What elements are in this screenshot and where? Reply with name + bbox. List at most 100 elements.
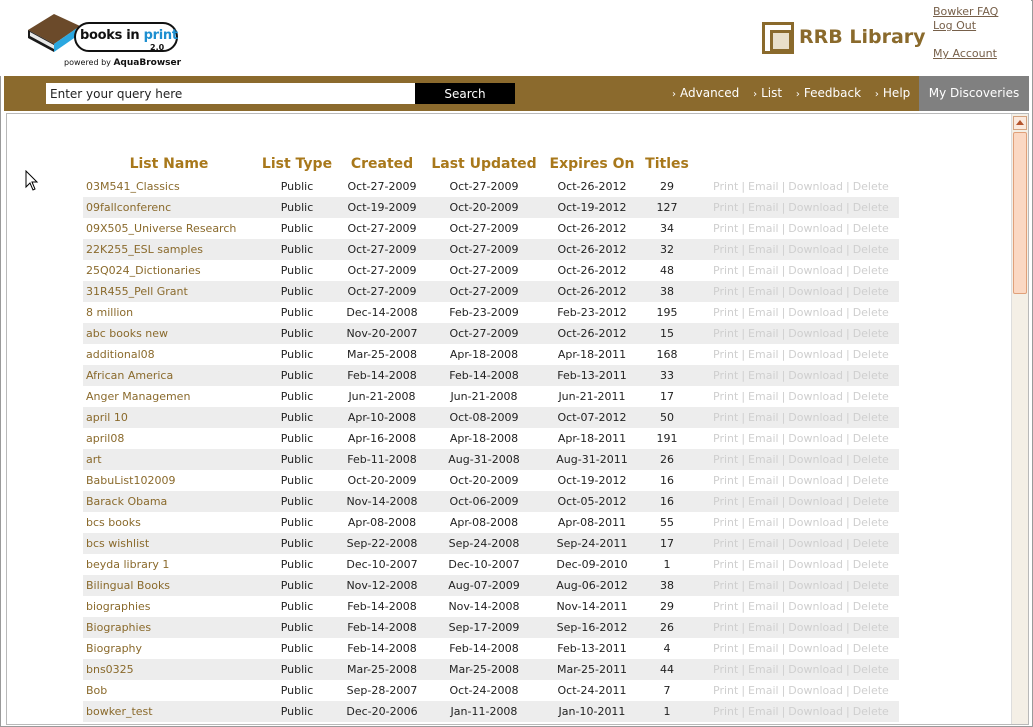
delete-link[interactable]: Delete — [853, 705, 889, 718]
print-link[interactable]: Print — [713, 516, 738, 529]
list-name-link[interactable]: Bilingual Books — [83, 575, 255, 596]
delete-link[interactable]: Delete — [853, 285, 889, 298]
list-name-link[interactable]: art — [83, 449, 255, 470]
delete-link[interactable]: Delete — [853, 348, 889, 361]
delete-link[interactable]: Delete — [853, 306, 889, 319]
download-link[interactable]: Download — [788, 369, 843, 382]
delete-link[interactable]: Delete — [853, 327, 889, 340]
print-link[interactable]: Print — [713, 705, 738, 718]
download-link[interactable]: Download — [788, 411, 843, 424]
list-name-link[interactable]: 09fallconferenc — [83, 197, 255, 218]
print-link[interactable]: Print — [713, 390, 738, 403]
delete-link[interactable]: Delete — [853, 390, 889, 403]
print-link[interactable]: Print — [713, 642, 738, 655]
email-link[interactable]: Email — [748, 663, 779, 676]
list-name-link[interactable]: Barack Obama — [83, 491, 255, 512]
list-name-link[interactable]: BabuList102009 — [83, 470, 255, 491]
list-name-link[interactable]: 22K255_ESL samples — [83, 239, 255, 260]
delete-link[interactable]: Delete — [853, 642, 889, 655]
faq-link[interactable]: Bowker FAQ — [933, 5, 998, 19]
download-link[interactable]: Download — [788, 327, 843, 340]
col-list-type[interactable]: List Type — [255, 152, 339, 176]
list-name-link[interactable]: april 10 — [83, 407, 255, 428]
print-link[interactable]: Print — [713, 243, 738, 256]
email-link[interactable]: Email — [748, 621, 779, 634]
email-link[interactable]: Email — [748, 705, 779, 718]
delete-link[interactable]: Delete — [853, 243, 889, 256]
list-name-link[interactable]: 31R455_Pell Grant — [83, 281, 255, 302]
download-link[interactable]: Download — [788, 579, 843, 592]
download-link[interactable]: Download — [788, 264, 843, 277]
download-link[interactable]: Download — [788, 495, 843, 508]
email-link[interactable]: Email — [748, 327, 779, 340]
list-name-link[interactable]: bowker_test — [83, 701, 255, 722]
email-link[interactable]: Email — [748, 180, 779, 193]
print-link[interactable]: Print — [713, 684, 738, 697]
download-link[interactable]: Download — [788, 621, 843, 634]
email-link[interactable]: Email — [748, 495, 779, 508]
print-link[interactable]: Print — [713, 285, 738, 298]
list-name-link[interactable]: Biographies — [83, 617, 255, 638]
delete-link[interactable]: Delete — [853, 474, 889, 487]
download-link[interactable]: Download — [788, 705, 843, 718]
email-link[interactable]: Email — [748, 579, 779, 592]
delete-link[interactable]: Delete — [853, 180, 889, 193]
email-link[interactable]: Email — [748, 558, 779, 571]
email-link[interactable]: Email — [748, 285, 779, 298]
list-name-link[interactable]: april08 — [83, 428, 255, 449]
email-link[interactable]: Email — [748, 264, 779, 277]
download-link[interactable]: Download — [788, 201, 843, 214]
email-link[interactable]: Email — [748, 474, 779, 487]
download-link[interactable]: Download — [788, 558, 843, 571]
delete-link[interactable]: Delete — [853, 600, 889, 613]
print-link[interactable]: Print — [713, 621, 738, 634]
delete-link[interactable]: Delete — [853, 432, 889, 445]
books-in-print-logo[interactable]: books in print 2.0 powered by AquaBrowse… — [24, 8, 184, 70]
email-link[interactable]: Email — [748, 411, 779, 424]
list-name-link[interactable]: bcs wishlist — [83, 533, 255, 554]
download-link[interactable]: Download — [788, 243, 843, 256]
delete-link[interactable]: Delete — [853, 621, 889, 634]
delete-link[interactable]: Delete — [853, 663, 889, 676]
email-link[interactable]: Email — [748, 306, 779, 319]
list-name-link[interactable]: beyda library 1 — [83, 554, 255, 575]
print-link[interactable]: Print — [713, 600, 738, 613]
list-name-link[interactable]: Bob — [83, 680, 255, 701]
email-link[interactable]: Email — [748, 432, 779, 445]
print-link[interactable]: Print — [713, 579, 738, 592]
print-link[interactable]: Print — [713, 264, 738, 277]
logout-link[interactable]: Log Out — [933, 19, 998, 33]
list-name-link[interactable]: 03M541_Classics — [83, 176, 255, 197]
download-link[interactable]: Download — [788, 663, 843, 676]
email-link[interactable]: Email — [748, 642, 779, 655]
download-link[interactable]: Download — [788, 432, 843, 445]
col-last-updated[interactable]: Last Updated — [425, 152, 543, 176]
download-link[interactable]: Download — [788, 222, 843, 235]
print-link[interactable]: Print — [713, 201, 738, 214]
download-link[interactable]: Download — [788, 642, 843, 655]
list-name-link[interactable]: 25Q024_Dictionaries — [83, 260, 255, 281]
download-link[interactable]: Download — [788, 684, 843, 697]
scroll-up-icon[interactable] — [1013, 116, 1027, 130]
nav-list[interactable]: List — [761, 86, 782, 100]
email-link[interactable]: Email — [748, 348, 779, 361]
list-name-link[interactable]: Biography — [83, 638, 255, 659]
delete-link[interactable]: Delete — [853, 558, 889, 571]
list-name-link[interactable]: bcs books — [83, 512, 255, 533]
list-name-link[interactable]: additional08 — [83, 344, 255, 365]
print-link[interactable]: Print — [713, 180, 738, 193]
download-link[interactable]: Download — [788, 348, 843, 361]
scroll-thumb[interactable] — [1013, 132, 1027, 294]
print-link[interactable]: Print — [713, 432, 738, 445]
vertical-scrollbar[interactable] — [1011, 114, 1028, 724]
nav-advanced[interactable]: Advanced — [680, 86, 739, 100]
search-input[interactable] — [46, 83, 415, 104]
email-link[interactable]: Email — [748, 516, 779, 529]
list-name-link[interactable]: bns0325 — [83, 659, 255, 680]
delete-link[interactable]: Delete — [853, 201, 889, 214]
print-link[interactable]: Print — [713, 474, 738, 487]
email-link[interactable]: Email — [748, 243, 779, 256]
email-link[interactable]: Email — [748, 201, 779, 214]
download-link[interactable]: Download — [788, 306, 843, 319]
print-link[interactable]: Print — [713, 495, 738, 508]
